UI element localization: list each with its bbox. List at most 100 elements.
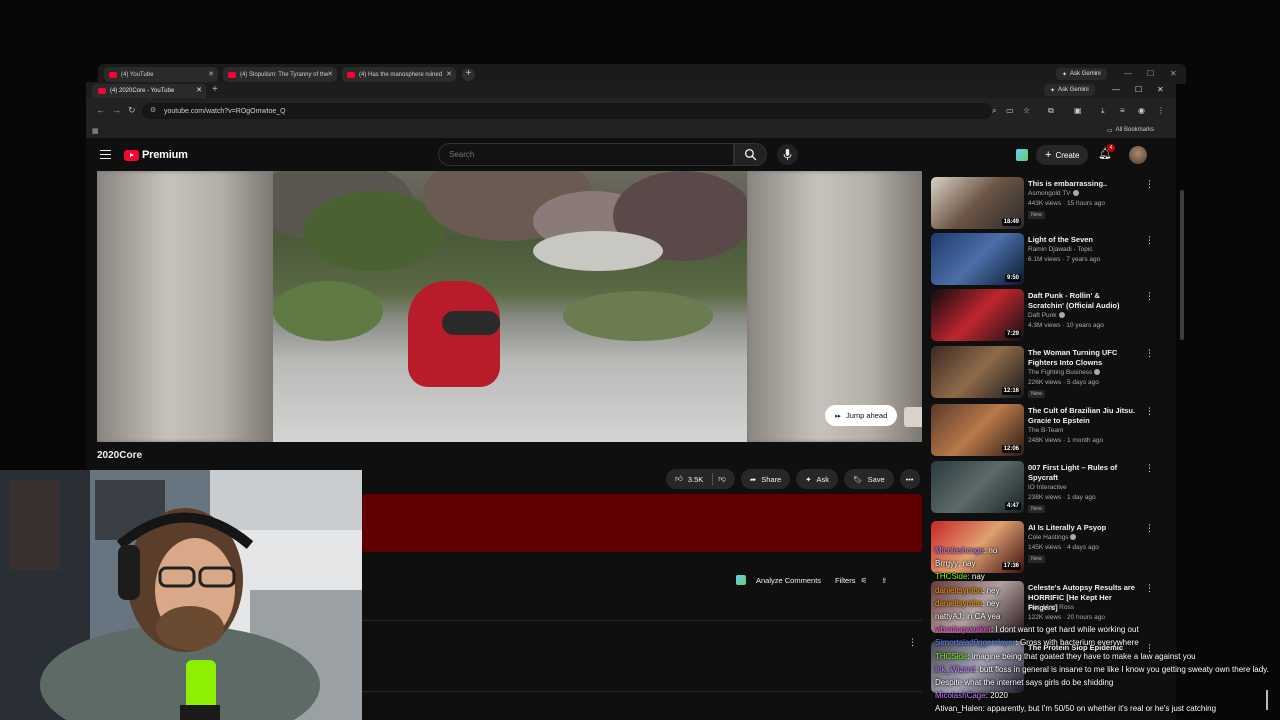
close-icon[interactable]: ✕ — [446, 70, 452, 78]
video-thumbnail[interactable]: 12:16 — [931, 346, 1024, 398]
video-title[interactable]: Daft Punk - Rollin' & Scratchin' (Offici… — [1028, 291, 1136, 311]
search-button[interactable] — [734, 143, 767, 166]
youtube-premium-logo[interactable]: Premium — [124, 149, 188, 161]
channel-name[interactable]: Asmongold TV — [1028, 190, 1079, 197]
more-vertical-icon[interactable]: ⋮ — [1145, 292, 1154, 301]
video-player[interactable]: ⏩︎ Jump ahead — [97, 171, 922, 442]
video-thumbnail[interactable]: 9:50 — [931, 233, 1024, 285]
more-actions-button[interactable]: ••• — [899, 469, 920, 489]
video-thumbnail[interactable]: 7:29 — [931, 289, 1024, 341]
cast-icon[interactable]: ▭ — [1006, 106, 1014, 115]
chat-username[interactable]: nattyAJ — [935, 612, 962, 621]
video-thumbnail[interactable]: 12:06 — [931, 404, 1024, 456]
site-info-icon[interactable]: ⚙ — [150, 106, 156, 114]
close-icon[interactable]: ✕ — [327, 70, 333, 78]
video-title[interactable]: 007 First Light – Rules of Spycraft — [1028, 463, 1136, 483]
more-vertical-icon[interactable]: ⋮ — [1145, 407, 1154, 416]
sidebar-icon[interactable]: ▣ — [1074, 106, 1082, 115]
filters-button[interactable]: Filters ⚟ — [831, 570, 871, 590]
close-icon[interactable]: ✕ — [196, 86, 202, 94]
chat-username[interactable]: Micolashcage — [935, 546, 984, 555]
search-input[interactable] — [438, 143, 734, 166]
voice-search-button[interactable] — [777, 144, 798, 165]
channel-name[interactable]: Ramin Djawadi - Topic — [1028, 246, 1093, 253]
reload-icon[interactable]: ↻ — [128, 105, 136, 116]
tab-2020core[interactable]: (4) 2020Core - YouTube ✕ — [92, 84, 206, 98]
channel-thumbnail[interactable] — [904, 407, 922, 427]
analyze-comments-button[interactable]: Analyze Comments — [756, 576, 821, 585]
bg-tab-manosphere[interactable]: (4) Has the manosphere ruined ✕ — [342, 67, 456, 82]
like-button[interactable]: 👍︎ 3.5K 👎︎ — [666, 469, 735, 489]
chat-username[interactable]: danieltsymba — [935, 599, 982, 608]
jump-ahead-button[interactable]: ⏩︎ Jump ahead — [825, 405, 898, 426]
new-tab-button[interactable]: + — [462, 68, 475, 81]
channel-name[interactable]: Daft Punk — [1028, 312, 1065, 319]
more-vertical-icon[interactable]: ⋮ — [1145, 524, 1154, 533]
address-bar[interactable]: ⚙ youtube.com/watch?v=ROgOmwtoe_Q — [142, 103, 992, 119]
ask-gemini-button[interactable]: ✦ Ask Gemini — [1056, 68, 1107, 80]
account-avatar[interactable] — [1129, 146, 1147, 164]
more-vertical-icon[interactable]: ⋮ — [908, 637, 917, 648]
video-title[interactable]: This is embarrassing.. — [1028, 179, 1136, 189]
bg-tab-youtube[interactable]: (4) YouTube ✕ — [104, 67, 218, 82]
chat-scrollbar[interactable] — [1266, 690, 1268, 710]
more-vertical-icon[interactable]: ⋮ — [1145, 236, 1154, 245]
forward-icon[interactable]: → — [112, 105, 121, 115]
bookmark-star-icon[interactable]: ☆ — [1023, 106, 1030, 115]
maximize-icon[interactable]: ☐ — [1147, 69, 1154, 78]
extensions-icon[interactable]: ⧉ — [1048, 106, 1054, 116]
chat-username[interactable]: THCSide — [935, 572, 967, 581]
video-title[interactable]: The Cult of Brazilian Jiu Jitsu. Gracie … — [1028, 406, 1136, 426]
save-button[interactable]: 🔖︎ Save — [844, 469, 894, 489]
all-bookmarks-button[interactable]: ▭ All Bookmarks — [1107, 127, 1154, 134]
tab-search-icon[interactable]: ≡ — [1120, 106, 1125, 115]
back-icon[interactable]: ← — [96, 105, 105, 115]
more-vertical-icon[interactable]: ⋮ — [1145, 349, 1154, 358]
channel-name[interactable]: Cole Hastings — [1028, 534, 1077, 541]
maximize-icon[interactable]: ☐ — [1135, 85, 1142, 94]
recommended-video[interactable]: 9:50 Light of the Seven Ramin Djawadi - To… — [931, 233, 1161, 287]
chat-username[interactable]: MicolashCage — [935, 691, 986, 700]
bg-tab-slopulism[interactable]: (4) Slopulism: The Tyranny of the ✕ — [223, 67, 337, 82]
download-icon[interactable]: ⤓ — [1101, 106, 1105, 116]
description-banner[interactable] — [362, 494, 922, 552]
minimize-icon[interactable]: — — [1112, 85, 1120, 94]
hamburger-menu-icon[interactable] — [100, 150, 111, 159]
channel-name[interactable]: The B-Team — [1028, 427, 1063, 434]
recommended-video[interactable]: 12:16 The Woman Turning UFC Fighters Into… — [931, 346, 1161, 400]
close-icon[interactable]: ✕ — [1157, 85, 1164, 94]
video-title[interactable]: Light of the Seven — [1028, 235, 1136, 245]
video-title[interactable]: The Woman Turning UFC Fighters Into Clow… — [1028, 348, 1136, 368]
channel-name[interactable]: IO Interactive — [1028, 484, 1067, 491]
chat-username[interactable]: Brrgyy — [935, 559, 958, 568]
video-thumbnail[interactable]: 4:47 — [931, 461, 1024, 513]
chat-username[interactable]: vibratingweaker — [935, 625, 991, 634]
recommended-video[interactable]: 7:29 Daft Punk - Rollin' & Scratchin' (Of… — [931, 289, 1161, 343]
chat-username[interactable]: Sirnortalad0ggerslayer — [935, 638, 1016, 647]
close-icon[interactable]: ✕ — [1170, 69, 1177, 78]
apps-icon[interactable]: ▦ — [92, 127, 99, 135]
zoom-icon[interactable]: ⌕ — [992, 106, 996, 116]
more-vertical-icon[interactable]: ⋮ — [1145, 464, 1154, 473]
recommended-video[interactable]: 4:47 007 First Light – Rules of Spycraft I… — [931, 461, 1161, 515]
profile-icon[interactable]: ◉ — [1138, 106, 1145, 115]
scrollbar[interactable] — [1180, 190, 1184, 340]
share-button[interactable]: ➦ Share — [740, 469, 791, 489]
chat-username[interactable]: Ativan_Halen — [935, 704, 983, 713]
recommended-video[interactable]: 18:49 This is embarrassing.. Asmongold TV 4… — [931, 177, 1161, 231]
gemini-icon[interactable] — [1016, 149, 1028, 161]
share-export-icon[interactable]: ⇪ — [881, 576, 887, 585]
minimize-icon[interactable]: — — [1124, 69, 1132, 78]
thumbs-down-icon[interactable]: 👎︎ — [718, 474, 726, 484]
ask-button[interactable]: ✦ Ask — [796, 469, 839, 489]
chat-username[interactable]: danieltsymba — [935, 586, 982, 595]
chat-username[interactable]: Ink_Wizard — [935, 665, 975, 674]
create-button[interactable]: + Create — [1036, 145, 1089, 165]
menu-dots-icon[interactable]: ⋮ — [1157, 106, 1165, 115]
close-icon[interactable]: ✕ — [208, 70, 214, 78]
video-thumbnail[interactable]: 18:49 — [931, 177, 1024, 229]
new-tab-button[interactable]: + — [212, 84, 218, 95]
more-vertical-icon[interactable]: ⋮ — [1145, 180, 1154, 189]
video-title[interactable]: AI Is Literally A Psyop — [1028, 523, 1136, 533]
chat-username[interactable]: THCSide — [935, 652, 967, 661]
